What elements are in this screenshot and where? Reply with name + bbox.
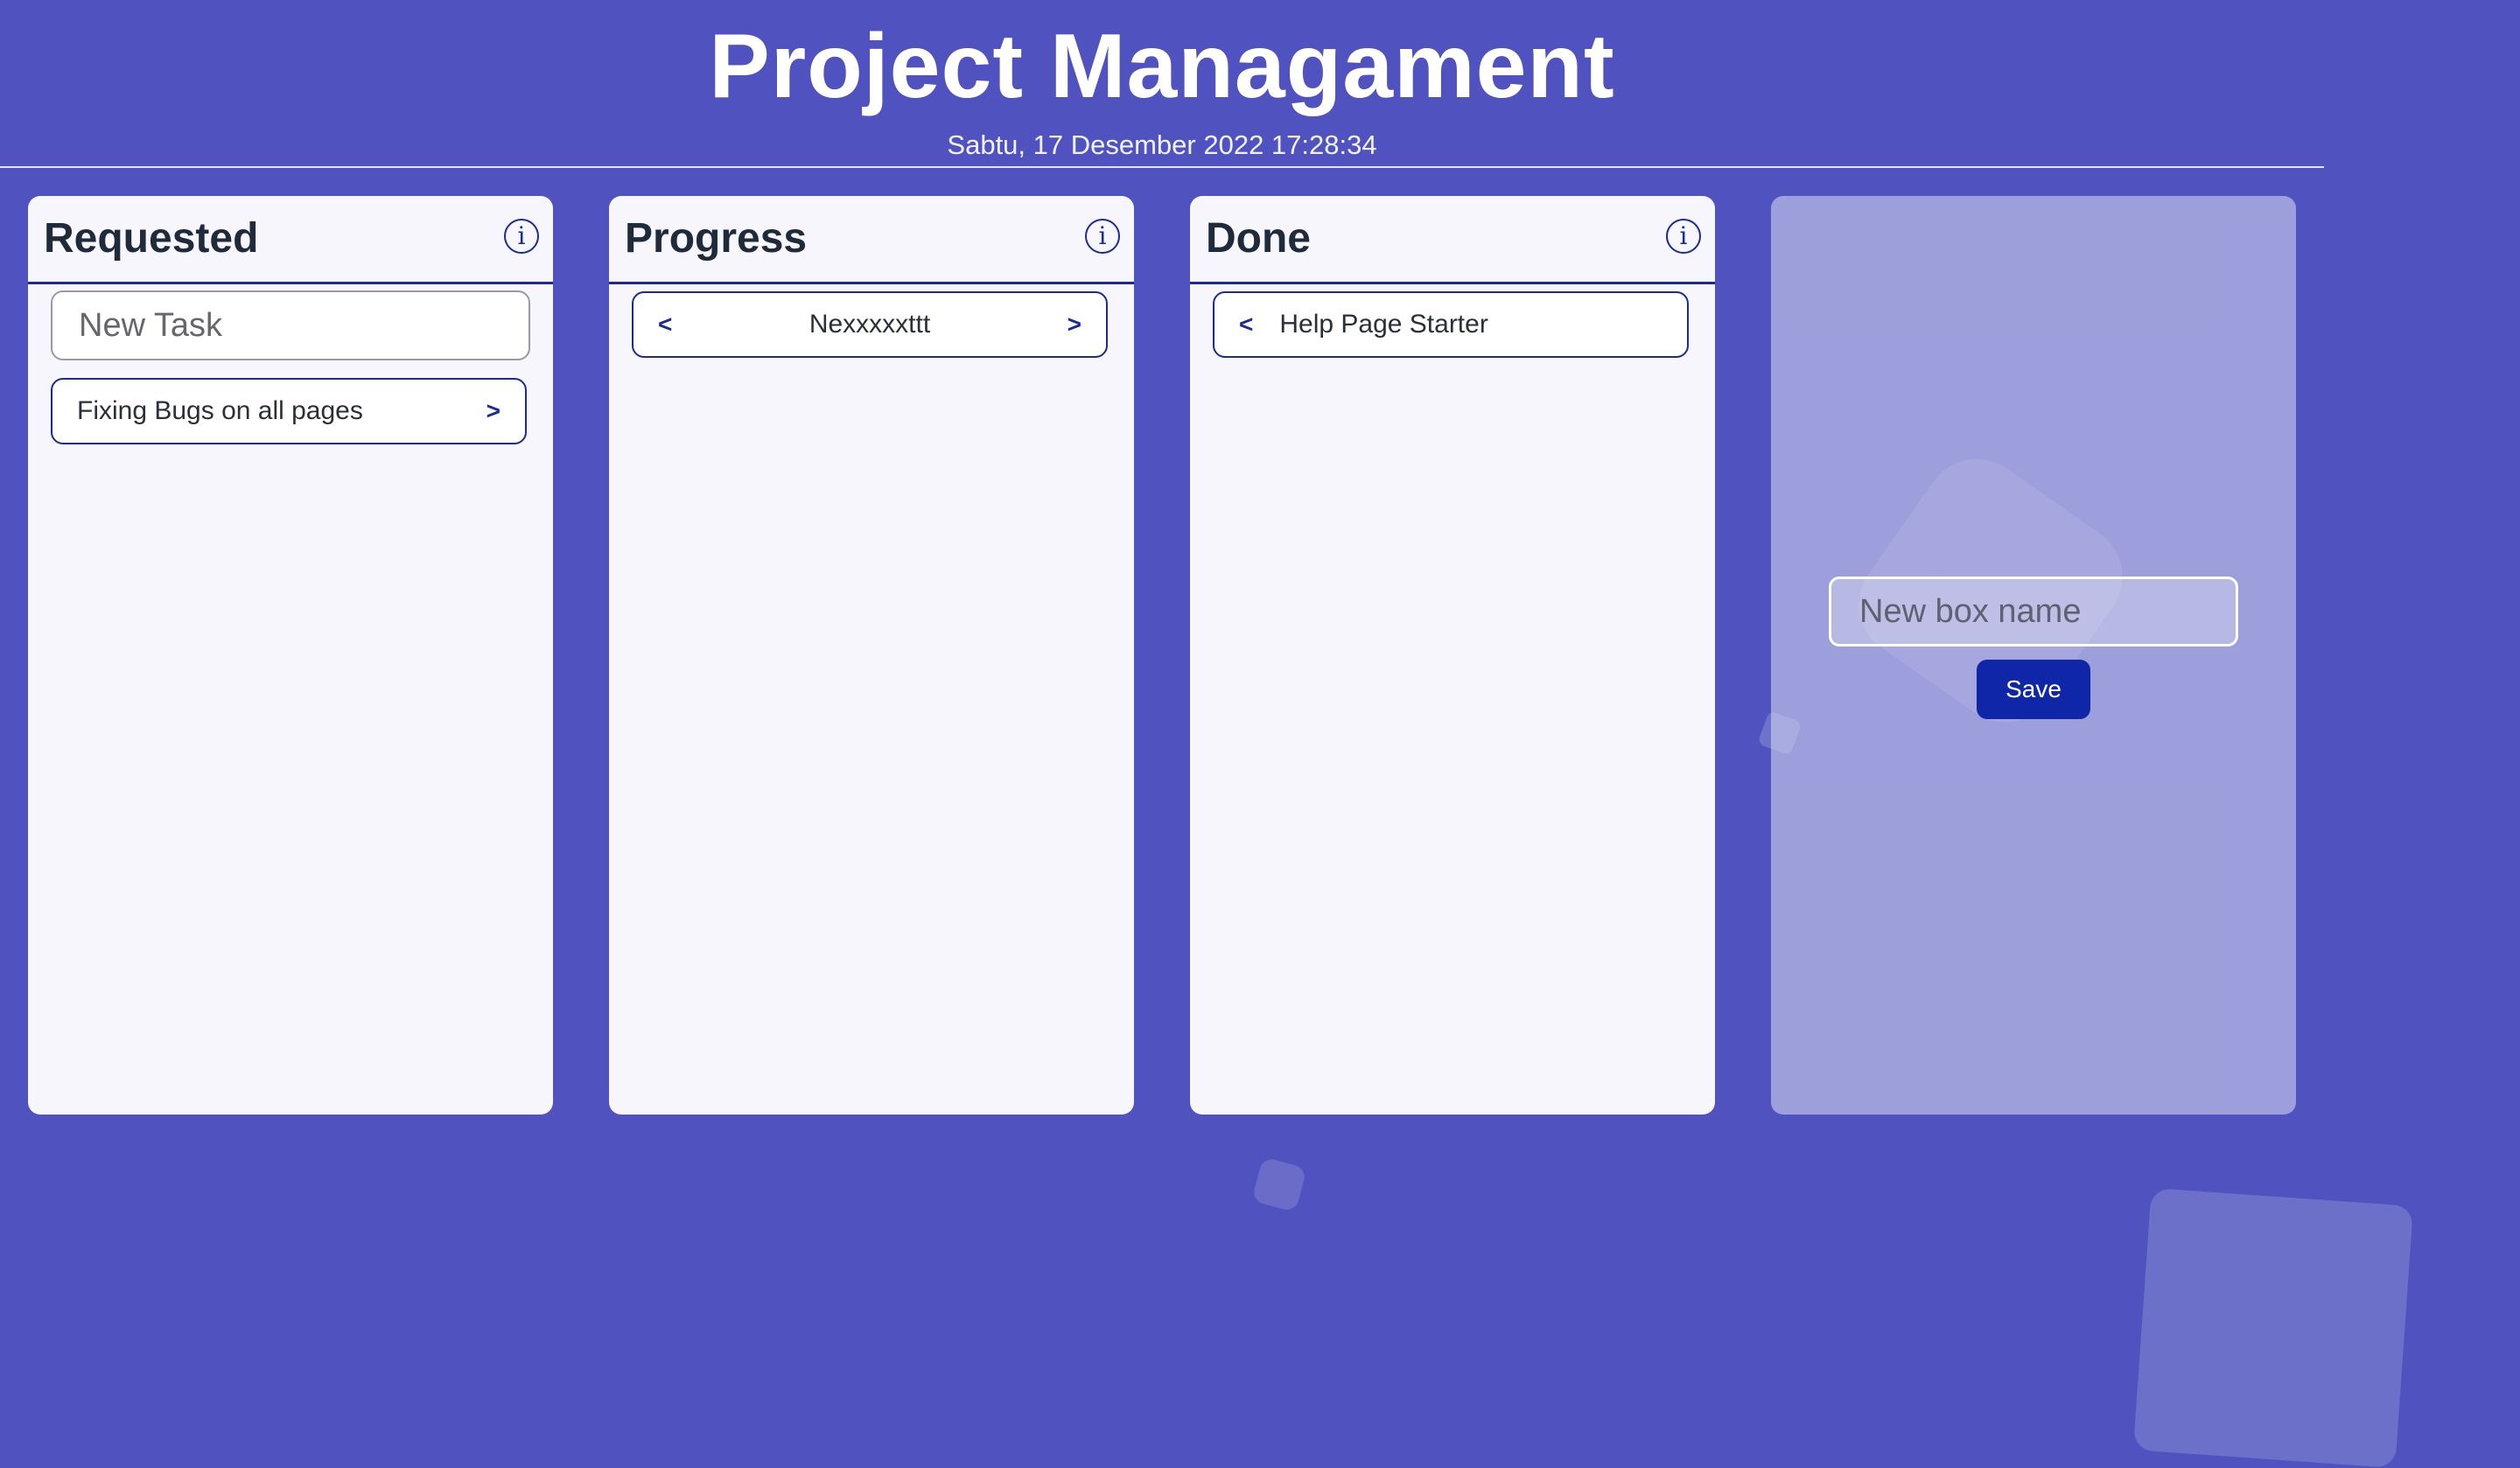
task-card[interactable]: < Nexxxxxttt > [632,291,1108,358]
move-right-arrow[interactable]: > [486,397,500,425]
column-title: Progress [625,215,808,262]
move-left-arrow[interactable]: < [1239,311,1253,339]
column-progress: Progress i < Nexxxxxttt > [609,196,1134,1115]
move-right-arrow[interactable]: > [1068,311,1082,339]
column-done: Done i < Help Page Starter [1190,196,1715,1115]
info-icon[interactable]: i [504,219,539,254]
task-card[interactable]: Fixing Bugs on all pages > [51,378,527,444]
decorative-shape [2132,1187,2414,1468]
task-label: Fixing Bugs on all pages [77,396,363,425]
new-box-panel: Save [1771,196,2296,1115]
task-label: Nexxxxxttt [808,310,931,339]
task-card[interactable]: < Help Page Starter [1213,291,1689,358]
column-header: Requested i [28,196,553,284]
column-title: Requested [44,215,259,262]
info-icon[interactable]: i [1666,219,1701,254]
current-datetime: Sabtu, 17 Desember 2022 17:28:34 [947,129,1377,160]
save-button[interactable]: Save [1977,660,2090,719]
info-icon[interactable]: i [1085,219,1120,254]
column-header: Progress i [609,196,1134,284]
column-title: Done [1206,215,1311,262]
decorative-shape [1251,1157,1307,1213]
column-requested: Requested i Fixing Bugs on all pages > [28,196,553,1115]
new-box-name-input[interactable] [1829,577,2238,647]
task-label: Help Page Starter [1279,310,1488,339]
new-task-input[interactable] [51,290,530,360]
move-left-arrow[interactable]: < [658,311,672,339]
page-title: Project Managament [709,16,1615,117]
page-header: Project Managament Sabtu, 17 Desember 20… [0,0,2324,168]
column-header: Done i [1190,196,1715,284]
